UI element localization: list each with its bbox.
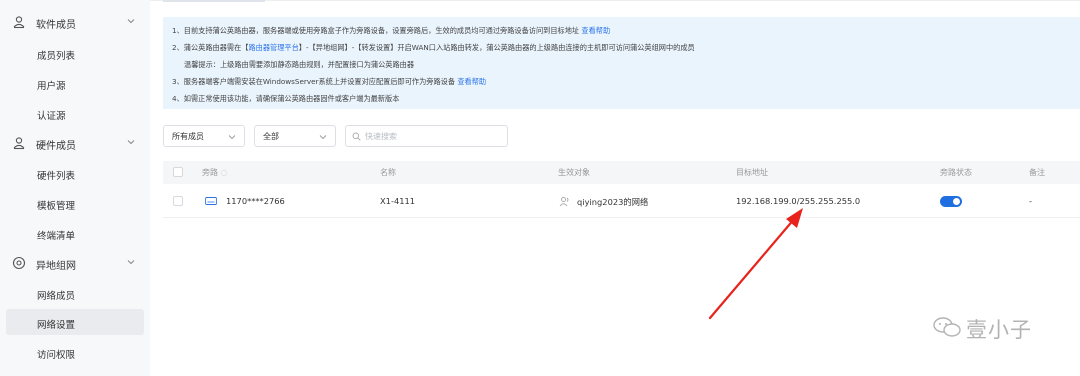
tab-indicator	[163, 0, 265, 2]
watermark-text: 壹小子	[966, 318, 1032, 342]
sidebar-item-template-management[interactable]: 模板管理	[6, 190, 144, 216]
column-header-remark: 备注	[1029, 168, 1045, 177]
sidebar-item-label: 网络设置	[37, 320, 76, 331]
notice-line-4: 4、如需正常使用该功能，请确保蒲公英路由器固件或客户端为最新版本	[172, 94, 400, 103]
bypass-status-toggle[interactable]	[940, 196, 962, 207]
sidebar-item-member-list[interactable]: 成员列表	[6, 40, 144, 66]
eye-icon: ◌	[220, 168, 228, 177]
help-link[interactable]: 查看帮助	[581, 26, 610, 35]
search-icon	[352, 132, 361, 141]
sidebar-item-hardware-list[interactable]: 硬件列表	[6, 160, 144, 186]
sidebar-group-remote-networking[interactable]: 异地组网	[0, 249, 150, 277]
sidebar-group-software-members[interactable]: 软件成员	[0, 8, 150, 36]
watermark: 壹小子	[932, 312, 1052, 342]
sidebar-item-label: 终端清单	[37, 231, 76, 242]
row-remark: -	[1029, 196, 1032, 206]
table-header: 旁路 ◌ 名称 生效对象 目标地址 旁路状态 备注	[163, 161, 1080, 184]
sidebar-item-auth-source[interactable]: 认证源	[6, 100, 144, 126]
notice-line-1: 1、目前支持蒲公英路由器，服务器端或使用旁路盒子作为旁路设备，设置旁路后，生效的…	[172, 26, 611, 35]
row-checkbox[interactable]	[173, 196, 183, 206]
chevron-down-icon	[228, 135, 236, 140]
sidebar-group-hardware-members[interactable]: 硬件成员	[0, 129, 150, 157]
column-header-address: 目标地址	[736, 168, 768, 177]
chevron-down-icon	[319, 135, 327, 140]
sidebar-item-access-control[interactable]: 访问权限	[6, 339, 144, 365]
sidebar-group-label: 软件成员	[36, 20, 76, 31]
sidebar-item-user-source[interactable]: 用户源	[6, 70, 144, 96]
column-header-name: 名称	[380, 168, 396, 177]
chevron-down-icon	[127, 19, 135, 24]
column-header-status: 旁路状态	[940, 168, 972, 177]
sidebar-group-label: 异地组网	[36, 261, 76, 272]
sidebar-item-label: 成员列表	[37, 51, 76, 62]
sidebar-item-label: 硬件列表	[37, 171, 76, 182]
column-header-bypass: 旁路 ◌	[202, 168, 228, 177]
row-target: qiying2023的网络	[577, 197, 649, 207]
bypass-device-id: 1170****2766	[226, 196, 285, 206]
sidebar-item-label: 用户源	[37, 81, 66, 92]
notice-line-2: 2、蒲公英路由器需在【路由器管理平台】-【异地组网】-【转发设置】开启WAN口入…	[172, 43, 695, 52]
header-divider	[150, 0, 1080, 1]
sidebar: 软件成员 成员列表 用户源 认证源 硬件成员 硬件列表 模板管理 终端清单 异地…	[0, 0, 150, 376]
wechat-icon	[933, 317, 961, 337]
sidebar-item-label: 模板管理	[37, 201, 76, 212]
sidebar-item-network-settings[interactable]: 网络设置	[6, 309, 144, 335]
row-address: 192.168.199.0/255.255.255.0	[736, 196, 861, 206]
search-input[interactable]	[365, 129, 500, 143]
notice-line-3: 3、服务器端客户端需安装在WindowsServer系统上并设置对应配置后即可作…	[172, 77, 487, 86]
select-value: 所有成员	[172, 132, 204, 141]
select-all-checkbox[interactable]	[173, 167, 183, 177]
select-value: 全部	[263, 132, 279, 141]
type-filter-select[interactable]: 全部	[254, 125, 336, 147]
table-row: 1170****2766 X1-4111 qiying2023的网络 192.1…	[163, 185, 1080, 218]
user-icon	[13, 16, 25, 29]
hardware-user-icon	[13, 137, 25, 150]
sidebar-item-terminal-list[interactable]: 终端清单	[6, 220, 144, 246]
toggle-knob	[953, 198, 960, 205]
sidebar-item-label: 网络成员	[37, 291, 76, 302]
sidebar-item-label: 访问权限	[37, 350, 76, 361]
help-link[interactable]: 查看帮助	[457, 77, 486, 86]
chevron-down-icon	[127, 260, 135, 265]
sidebar-item-label: 认证源	[37, 111, 66, 122]
member-filter-select[interactable]: 所有成员	[163, 125, 245, 147]
device-icon	[205, 197, 217, 205]
group-users-icon	[559, 197, 569, 207]
chevron-down-icon	[127, 140, 135, 145]
search-box	[345, 125, 508, 147]
notice-tip: 温馨提示：上级路由需要添加静态路由规则，并配置接口为蒲公英路由器	[184, 60, 415, 69]
column-header-target: 生效对象	[558, 168, 590, 177]
row-name: X1-4111	[380, 196, 416, 206]
router-platform-link[interactable]: 路由器管理平台	[248, 43, 298, 52]
sidebar-group-label: 硬件成员	[36, 141, 76, 152]
network-icon	[12, 256, 26, 270]
notice-box: 1、目前支持蒲公英路由器，服务器端或使用旁路盒子作为旁路设备，设置旁路后，生效的…	[163, 17, 1080, 109]
sidebar-item-network-members[interactable]: 网络成员	[6, 280, 144, 306]
